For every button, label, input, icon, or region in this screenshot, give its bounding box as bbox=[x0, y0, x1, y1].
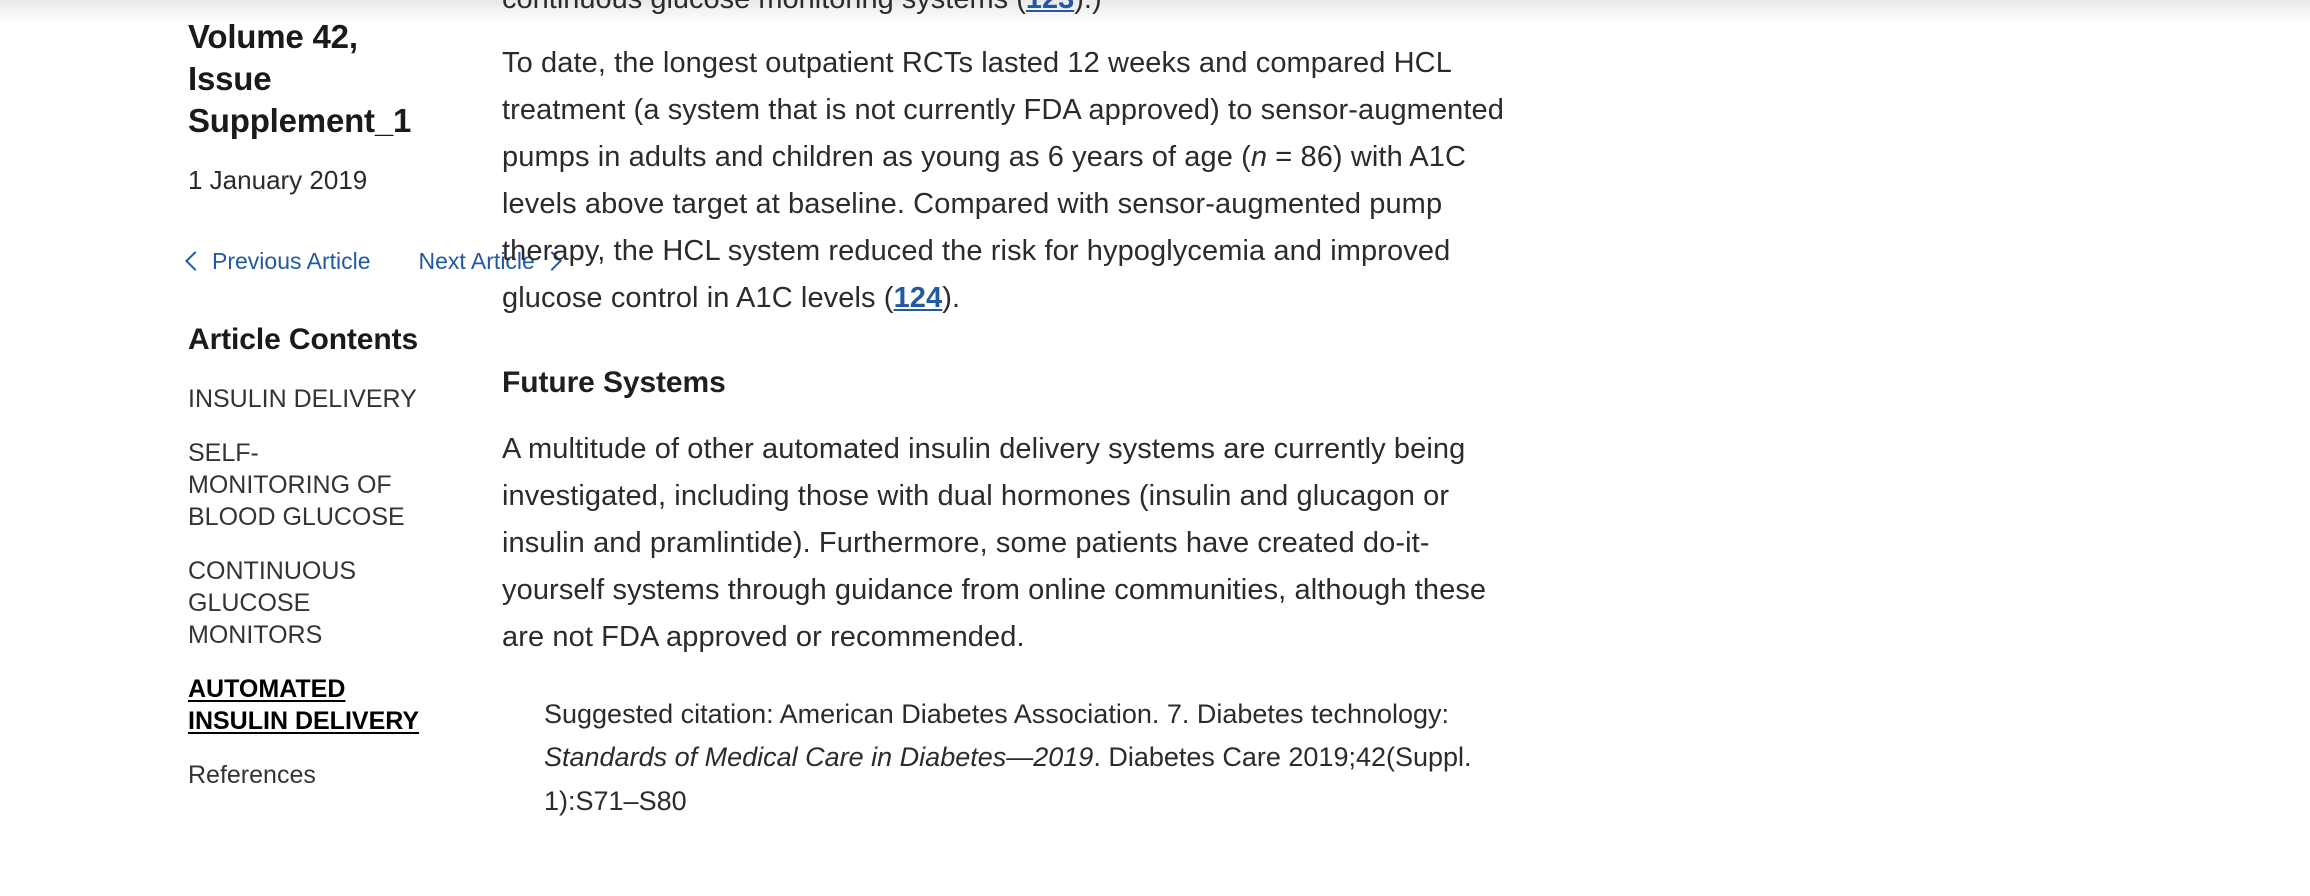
suggested-citation: Suggested citation: American Diabetes As… bbox=[544, 693, 1539, 824]
toc-item-automated-insulin-delivery[interactable]: AUTOMATED INSULIN DELIVERY bbox=[188, 673, 420, 737]
previous-article-link[interactable]: Previous Article bbox=[185, 247, 371, 275]
list-item: INSULIN DELIVERY bbox=[188, 383, 420, 415]
article-page: Volume 42, Issue Supplement_1 1 January … bbox=[0, 0, 2310, 896]
toc-item-references[interactable]: References bbox=[188, 759, 420, 791]
paragraph-automated-insulin-delivery: To date, the longest outpatient RCTs las… bbox=[502, 40, 1512, 322]
clipped-line-before: continuous glucose monitoring systems ( bbox=[502, 0, 1026, 15]
reference-link-124[interactable]: 124 bbox=[894, 282, 943, 314]
article-contents-heading: Article Contents bbox=[188, 322, 419, 356]
article-pagination-nav: Previous Article Next Article bbox=[185, 247, 562, 275]
article-body: continuous glucose monitoring systems (1… bbox=[440, 0, 2310, 824]
previous-article-label: Previous Article bbox=[212, 247, 371, 274]
citation-part-1: Suggested citation: American Diabetes As… bbox=[544, 698, 1450, 729]
toc-item-insulin-delivery[interactable]: INSULIN DELIVERY bbox=[188, 383, 420, 415]
clipped-line-after: ).) bbox=[1074, 0, 1101, 15]
list-item: SELF-MONITORING OF BLOOD GLUCOSE bbox=[188, 437, 420, 533]
toc-item-self-monitoring-of-blood-glucose[interactable]: SELF-MONITORING OF BLOOD GLUCOSE bbox=[188, 437, 420, 533]
list-item: AUTOMATED INSULIN DELIVERY bbox=[188, 673, 420, 737]
chevron-left-icon bbox=[185, 251, 205, 271]
toc-item-continuous-glucose-monitors[interactable]: CONTINUOUS GLUCOSE MONITORS bbox=[188, 555, 420, 651]
issue-title: Volume 42, Issue Supplement_1 bbox=[188, 18, 412, 139]
issue-date: 1 January 2019 bbox=[188, 164, 368, 195]
clipped-previous-paragraph-line: continuous glucose monitoring systems (1… bbox=[502, 0, 2150, 26]
article-sidebar: Volume 42, Issue Supplement_1 1 January … bbox=[0, 0, 562, 813]
list-item: References bbox=[188, 759, 420, 791]
paragraph-1-part-3: ). bbox=[942, 281, 961, 314]
clipped-line-reference-link[interactable]: 123 bbox=[1026, 0, 1074, 15]
list-item: CONTINUOUS GLUCOSE MONITORS bbox=[188, 555, 420, 651]
page-layout: Volume 42, Issue Supplement_1 1 January … bbox=[0, 0, 2310, 896]
article-contents-list: INSULIN DELIVERY SELF-MONITORING OF BLOO… bbox=[188, 383, 420, 791]
paragraph-future-systems: A multitude of other automated insulin d… bbox=[502, 432, 1487, 653]
clipped-line-text: continuous glucose monitoring systems (1… bbox=[502, 0, 1102, 23]
paragraph-1-italic-n: n bbox=[1250, 140, 1268, 173]
citation-italic-title: Standards of Medical Care in Diabetes—20… bbox=[544, 742, 1094, 773]
section-heading-future-systems: Future Systems bbox=[502, 365, 726, 399]
